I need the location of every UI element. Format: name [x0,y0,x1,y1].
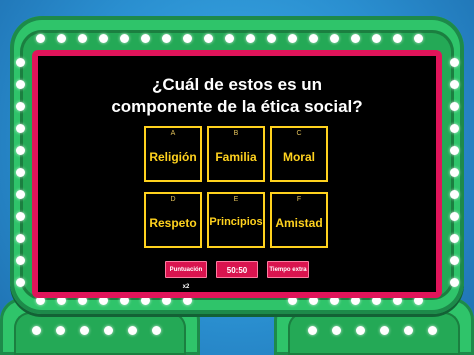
marquee-bulb [56,33,66,43]
extra-time-button[interactable]: Tiempo extra [267,261,309,278]
marquee-bulb [203,33,213,43]
marquee-bulb [449,189,459,199]
marquee-bulb [449,277,459,287]
marquee-bulb [15,189,25,199]
answer-text: Principios [209,216,263,228]
answer-e[interactable]: E Principios [207,192,265,248]
answer-letter: D [170,196,176,203]
answer-text: Religión [149,150,197,164]
marquee-bulb [15,167,25,177]
marquee-bulb [392,33,402,43]
marquee-bulb [15,277,25,287]
answer-letter: A [170,130,176,137]
marquee-bulb [245,33,255,43]
marquee-bulb [127,325,137,335]
marquee-bulb [449,57,459,67]
marquee-bulb [182,33,192,43]
answer-f[interactable]: F Amistad [270,192,328,248]
marquee-bulb [449,211,459,221]
answer-letter: B [233,130,239,137]
marquee-bulb [371,33,381,43]
marquee-bulb [331,325,341,335]
marquee-bulb [35,33,45,43]
marquee-bulb [119,33,129,43]
answer-b[interactable]: B Familia [207,126,265,182]
marquee-bulb [151,325,161,335]
marquee-bulb [449,145,459,155]
marquee-bulb [79,325,89,335]
answer-letter: E [233,196,239,203]
timer-button[interactable]: 50:50 [216,261,258,278]
question-line-2: componente de la ética social? [111,97,363,116]
marquee-bulb [161,33,171,43]
marquee-bulb [307,325,317,335]
answer-d[interactable]: D Respeto [144,192,202,248]
double-score-button[interactable]: Puntuación x2 [165,261,207,290]
marquee-bulb [427,325,437,335]
marquee-bulb [15,211,25,221]
answer-c[interactable]: C Moral [270,126,328,182]
marquee-bulb [15,57,25,67]
marquee-bulb [266,33,276,43]
marquee-bulb [350,33,360,43]
marquee-bulb [449,123,459,133]
answer-text: Amistad [275,216,323,230]
answer-text: Familia [215,150,257,164]
marquee-bulb [31,325,41,335]
marquee-bulb [413,33,423,43]
marquee-bulb [103,325,113,335]
marquee-bulb [224,33,234,43]
question-text: ¿Cuál de estos es un componente de la ét… [0,74,474,118]
marquee-bulb [329,33,339,43]
marquee-bulb [379,325,389,335]
marquee-bulb [77,33,87,43]
answer-letter: C [296,130,302,137]
marquee-bulb [449,167,459,177]
marquee-bulb [403,325,413,335]
marquee-bulb [55,325,65,335]
marquee-bulb [15,255,25,265]
marquee-bulb [449,255,459,265]
question-line-1: ¿Cuál de estos es un [151,75,323,94]
marquee-bulb [15,145,25,155]
marquee-bulb [287,33,297,43]
marquee-bulb [449,233,459,243]
marquee-bulb [355,325,365,335]
marquee-bulb [15,233,25,243]
marquee-bulb [140,33,150,43]
marquee-bulb [15,123,25,133]
answer-text: Moral [282,150,315,164]
marquee-bulb [98,33,108,43]
marquee-bulb [308,33,318,43]
answer-letter: F [296,196,302,203]
answer-text: Respeto [149,216,197,230]
answer-a[interactable]: A Religión [144,126,202,182]
